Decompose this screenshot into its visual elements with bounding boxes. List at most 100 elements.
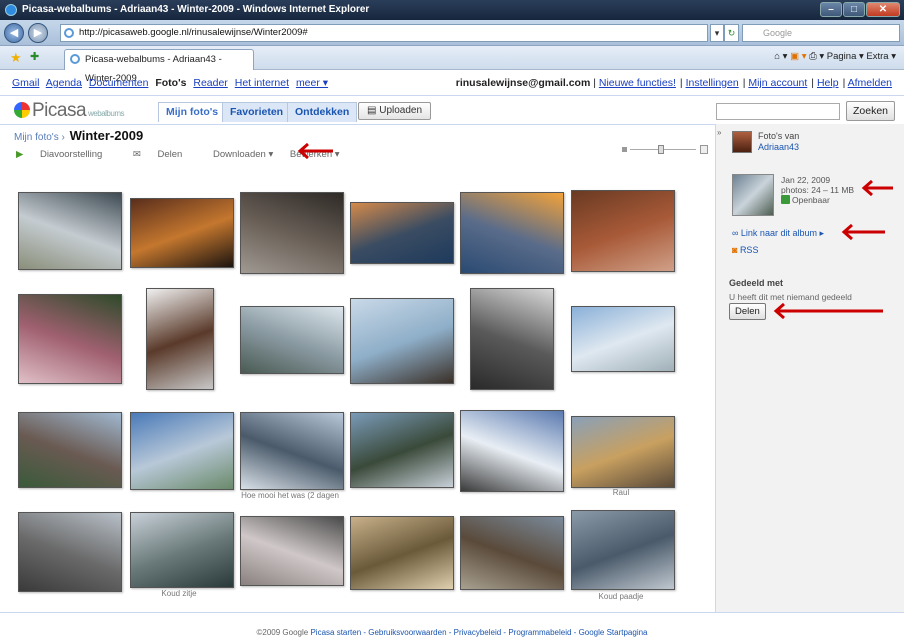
play-icon: ▶ — [16, 149, 26, 160]
gbar-link-internet[interactable]: Het internet — [235, 77, 289, 89]
footer-links[interactable]: Picasa starten - Gebruiksvoorwaarden - P… — [310, 628, 647, 637]
picasa-search-input[interactable] — [716, 103, 840, 120]
download-menu[interactable]: Downloaden ▾ — [213, 149, 273, 160]
print-icon[interactable]: ⎙ ▾ — [809, 51, 827, 62]
photo-thumbnail[interactable] — [240, 516, 344, 586]
red-arrow-link — [841, 223, 885, 241]
photo-thumbnail[interactable] — [18, 294, 122, 384]
photo-thumbnail[interactable] — [350, 202, 454, 264]
picasa-logo-icon — [14, 102, 30, 118]
back-button[interactable]: ◀ — [4, 23, 24, 43]
home-icon[interactable]: ⌂ ▾ — [774, 51, 790, 62]
account-links: rinusalewijnse@gmail.com | Nieuwe functi… — [455, 77, 892, 89]
slider-handle[interactable] — [658, 145, 664, 154]
rss-link[interactable]: ◙ RSS — [732, 245, 758, 255]
google-bar: Gmail Agenda Documenten Foto's Reader He… — [0, 72, 904, 96]
photo-thumbnail[interactable] — [18, 192, 122, 270]
refresh-icon[interactable]: ↻ — [724, 24, 739, 42]
photo-thumbnail[interactable] — [146, 288, 214, 390]
slideshow-button[interactable]: ▶ Diavoorstelling — [16, 149, 116, 160]
photo-caption: Hoe mooi het was (2 dagen — [241, 491, 339, 500]
photo-thumbnail[interactable] — [571, 510, 675, 590]
url-dropdown-icon[interactable]: ▾ — [710, 24, 724, 42]
window-titlebar: Picasa-webalbums - Adriaan43 - Winter-20… — [0, 0, 904, 20]
album-cover-thumbnail[interactable] — [732, 174, 774, 216]
photo-thumbnail[interactable] — [240, 306, 344, 374]
photo-thumbnail[interactable] — [470, 288, 554, 390]
search-button[interactable]: Zoeken — [846, 101, 896, 121]
collapse-sidebar-icon[interactable]: » — [717, 128, 721, 137]
upload-button[interactable]: ▤ Uploaden — [358, 102, 432, 120]
link-help[interactable]: Help — [817, 77, 839, 89]
photo-thumbnail[interactable] — [240, 192, 344, 274]
breadcrumb: Mijn foto's › Winter-2009 — [14, 128, 144, 143]
photo-thumbnail[interactable] — [240, 412, 344, 490]
photo-thumbnail[interactable] — [571, 416, 675, 488]
url-input[interactable]: http://picasaweb.google.nl/rinusalewijns… — [60, 24, 708, 42]
thumbnail-size-slider[interactable] — [622, 144, 708, 156]
browser-search-input[interactable]: Google — [742, 24, 900, 42]
forward-button[interactable]: ▶ — [28, 23, 48, 43]
browser-window: Picasa-webalbums - Adriaan43 - Winter-20… — [0, 0, 904, 644]
mail-icon: ✉ — [132, 149, 144, 160]
photo-thumbnail[interactable] — [18, 512, 122, 592]
album-link[interactable]: ∞ Link naar dit album ▸ — [732, 228, 824, 239]
favorites-star-icon[interactable]: ★ — [10, 50, 22, 66]
gbar-link-agenda[interactable]: Agenda — [46, 77, 82, 89]
share-label: Delen — [157, 149, 183, 160]
shared-title: Gedeeld met — [729, 278, 784, 288]
footer-divider — [0, 612, 904, 613]
window-controls: – □ ✕ — [820, 2, 900, 17]
owner-info: Foto's van Adriaan43 — [758, 131, 799, 153]
photo-thumbnail[interactable] — [130, 198, 234, 268]
rss-icon: ◙ — [732, 245, 740, 255]
photo-thumbnail[interactable] — [460, 516, 564, 590]
close-button[interactable]: ✕ — [866, 2, 900, 17]
link-settings[interactable]: Instellingen — [686, 77, 739, 89]
photo-caption: Koud paadje — [598, 592, 644, 601]
owner-link[interactable]: Adriaan43 — [758, 142, 799, 153]
photo-thumbnail[interactable] — [571, 306, 675, 372]
tab-discover[interactable]: Ontdekken — [287, 102, 358, 122]
photo-thumbnail[interactable] — [460, 410, 564, 492]
tab-tools[interactable]: ⌂ ▾ ▣ ▾ ⎙ ▾ Pagina ▾ Extra ▾ — [774, 51, 896, 62]
rss-label: RSS — [739, 245, 759, 255]
gbar-link-gmail[interactable]: Gmail — [12, 77, 39, 89]
photo-thumbnail[interactable] — [18, 412, 122, 488]
search-placeholder: Google — [763, 28, 793, 38]
tab-tools-label[interactable]: Pagina ▾ Extra ▾ — [827, 51, 896, 62]
slideshow-label: Diavoorstelling — [39, 149, 103, 160]
add-favorite-icon[interactable]: ✚ — [30, 50, 39, 63]
photo-thumbnail[interactable] — [130, 512, 234, 588]
avatar[interactable] — [732, 131, 752, 153]
photo-thumbnail[interactable] — [130, 412, 234, 490]
photo-thumbnail[interactable] — [350, 516, 454, 590]
photo-thumbnail[interactable] — [350, 298, 454, 384]
link-account[interactable]: Mijn account — [748, 77, 807, 89]
share-action[interactable]: ✉ Delen — [133, 149, 196, 160]
picasa-logo[interactable]: Picasa webalbums — [14, 100, 124, 122]
feeds-icon[interactable]: ▣ ▾ — [790, 51, 809, 62]
gbar-link-reader[interactable]: Reader — [193, 77, 227, 89]
album-info: Jan 22, 2009 photos: 24 – 11 MB Openbaar — [781, 175, 854, 205]
tab-favicon-icon — [70, 54, 80, 64]
red-arrow-edit — [297, 142, 333, 160]
tab-bar: ★ ✚ Picasa-webalbums - Adriaan43 - Winte… — [0, 46, 904, 84]
breadcrumb-my-photos[interactable]: Mijn foto's — [14, 132, 59, 143]
gbar-link-meer[interactable]: meer ▾ — [296, 77, 328, 89]
photo-thumbnail[interactable] — [460, 192, 564, 274]
minimize-button[interactable]: – — [820, 2, 842, 17]
picasa-header: Picasa webalbums Mijn foto's Favorieten O… — [0, 98, 904, 124]
share-button[interactable]: Delen — [729, 303, 766, 320]
link-new-features[interactable]: Nieuwe functies! — [599, 77, 676, 89]
link-signout[interactable]: Afmelden — [848, 77, 892, 89]
maximize-button[interactable]: □ — [843, 2, 865, 17]
tab-favorites[interactable]: Favorieten — [222, 102, 292, 122]
photo-thumbnail[interactable] — [571, 190, 675, 272]
browser-tab[interactable]: Picasa-webalbums - Adriaan43 - Winter-20… — [64, 49, 254, 84]
gbar-link-documenten[interactable]: Documenten — [89, 77, 149, 89]
photo-thumbnail[interactable] — [350, 412, 454, 488]
gbar-current: Foto's — [155, 77, 187, 89]
album-link-label: Link naar dit album ▸ — [740, 228, 824, 238]
tab-my-photos[interactable]: Mijn foto's — [158, 102, 227, 122]
